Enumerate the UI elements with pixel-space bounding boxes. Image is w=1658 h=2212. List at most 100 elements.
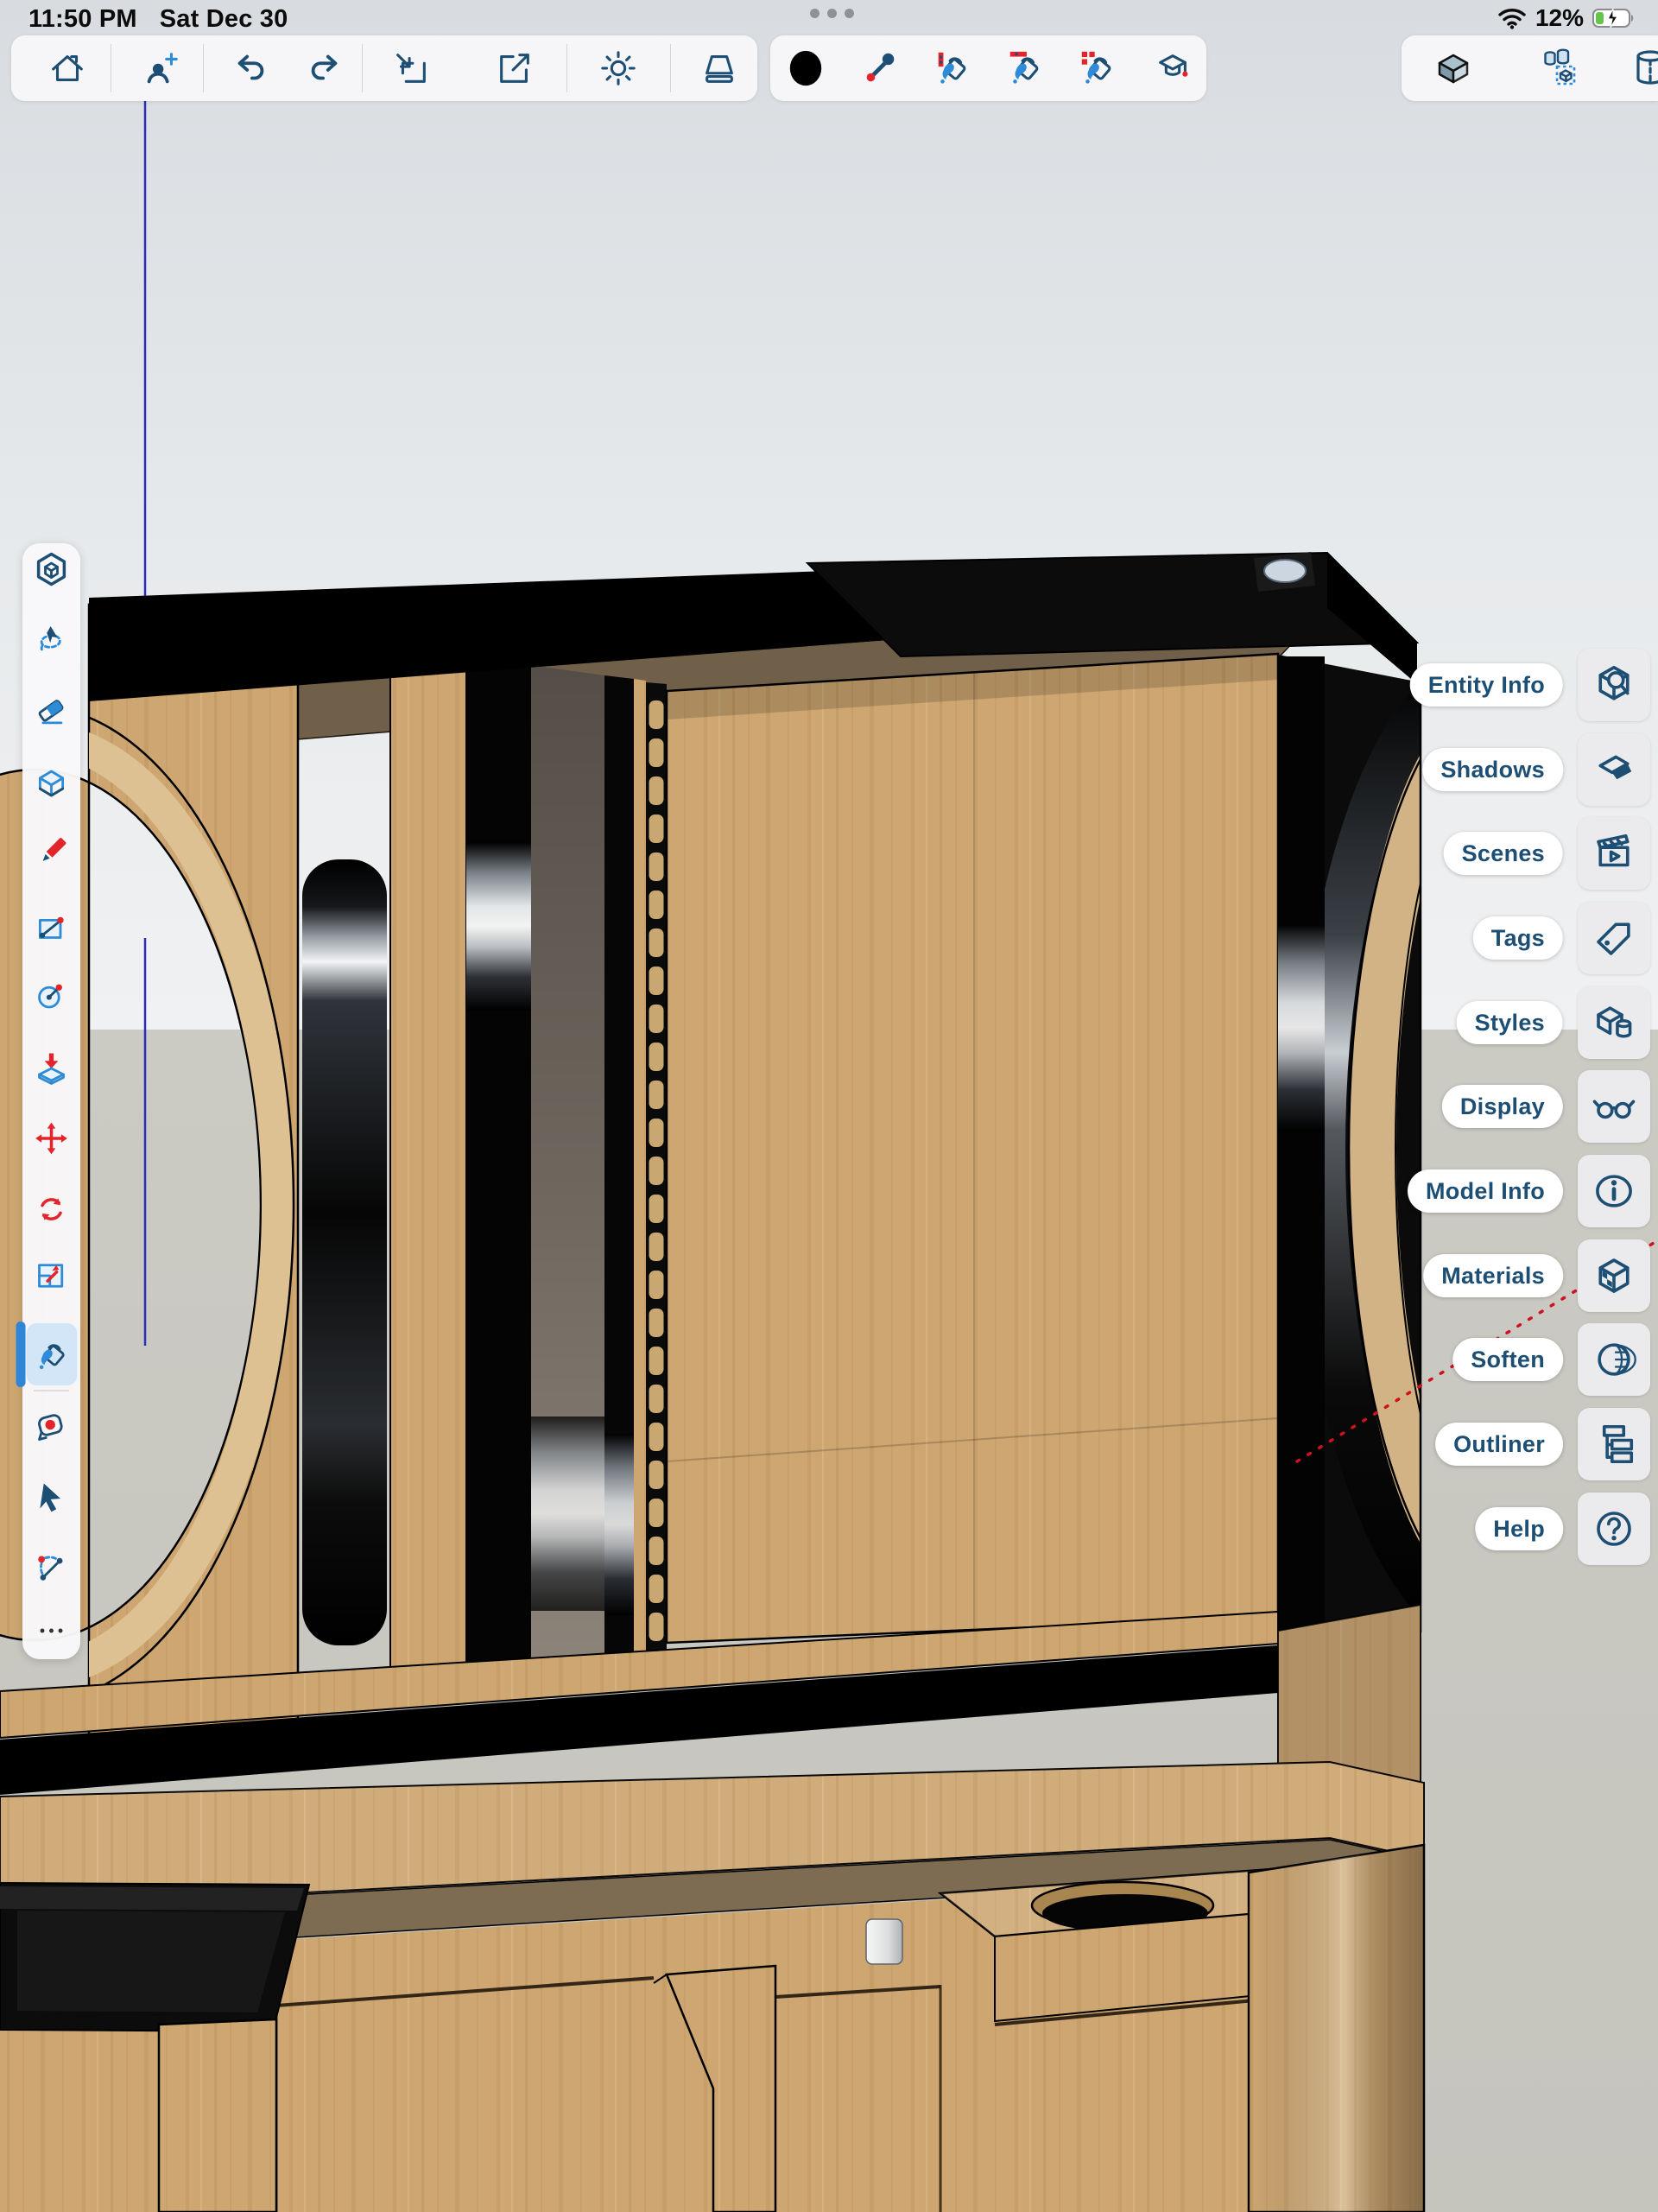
scenes-label[interactable]: Scenes (1444, 832, 1563, 875)
tool-more[interactable] (26, 1600, 77, 1662)
model-info-icon (1591, 1168, 1637, 1214)
top-frame-roof (807, 553, 1417, 656)
multitasking-dots[interactable] (810, 9, 854, 18)
eyedropper-button[interactable] (849, 39, 911, 98)
divider-wood-strip (390, 662, 466, 1691)
tags-button[interactable] (1578, 902, 1650, 974)
add-collaborator-button[interactable] (130, 39, 192, 98)
tool-pencil-line[interactable] (26, 821, 77, 884)
tool-push-pull[interactable] (26, 1037, 77, 1100)
redo-button[interactable] (294, 39, 356, 98)
help-button[interactable] (1578, 1493, 1650, 1565)
tool-circle[interactable] (26, 964, 77, 1026)
redo-icon (305, 48, 345, 88)
undo-icon (231, 48, 270, 88)
help-label[interactable]: Help (1475, 1507, 1563, 1550)
paint-adjacent-button[interactable] (994, 39, 1056, 98)
eyedropper-icon (860, 48, 900, 88)
entity-info-button[interactable] (1578, 649, 1650, 721)
tool-select[interactable] (26, 1467, 77, 1530)
import-button[interactable] (380, 39, 442, 98)
styles-button[interactable] (1578, 986, 1650, 1059)
tool-primitives[interactable] (26, 752, 77, 814)
tool-move[interactable] (26, 1107, 77, 1169)
components-icon (1538, 48, 1579, 89)
outliner-label[interactable]: Outliner (1435, 1423, 1563, 1466)
push-pull-icon (34, 1050, 70, 1087)
entity-info-label[interactable]: Entity Info (1410, 663, 1563, 707)
trackpad-button[interactable] (688, 39, 750, 98)
settings-gear-icon (598, 48, 638, 88)
tool-lasso-select[interactable] (26, 607, 77, 669)
tags-label[interactable]: Tags (1473, 916, 1563, 960)
primitives-box-icon (34, 765, 70, 802)
roof-endpoint-marker (1254, 552, 1315, 592)
tool-palette (22, 543, 80, 1659)
trackpad-icon (699, 48, 739, 88)
paint-bucket-icon (34, 1336, 70, 1372)
outliner-button[interactable] (1578, 1408, 1650, 1480)
model-info-label[interactable]: Model Info (1408, 1169, 1563, 1213)
tool-rectangle[interactable] (26, 897, 77, 960)
active-color-swatch[interactable] (775, 39, 837, 98)
tool-tape-measure[interactable] (26, 1395, 77, 1457)
battery-percent: 12% (1535, 4, 1584, 32)
rectangle-icon (34, 910, 70, 947)
frame-post-center (466, 657, 531, 1683)
paint-single-button[interactable] (921, 39, 984, 98)
help-icon (1591, 1505, 1637, 1552)
tool-eraser[interactable] (26, 679, 77, 741)
outliner-icon (1591, 1421, 1637, 1467)
materials-label[interactable]: Materials (1423, 1254, 1563, 1297)
scenes-button[interactable] (1578, 817, 1650, 890)
soften-icon (1591, 1336, 1637, 1383)
shadows-label[interactable]: Shadows (1422, 748, 1563, 791)
clock-time: 11:50 PM (28, 5, 137, 34)
back-panel (667, 654, 1278, 1643)
glass-edge-chrome (604, 1434, 634, 1615)
components-button[interactable] (1528, 39, 1590, 98)
move-icon (34, 1120, 70, 1157)
styles-label[interactable]: Styles (1457, 1001, 1563, 1044)
tool-scale[interactable] (26, 1245, 77, 1307)
home-button[interactable] (36, 39, 98, 98)
paint-bucket-single-icon (933, 48, 972, 88)
instructor-icon (1153, 48, 1193, 88)
materials-button[interactable] (1578, 1239, 1650, 1312)
color-swatch-icon (786, 48, 826, 88)
xray-view-icon (1433, 48, 1474, 89)
export-button[interactable] (484, 39, 546, 98)
settings-button[interactable] (587, 39, 649, 98)
soften-label[interactable]: Soften (1452, 1338, 1563, 1381)
tool-rotate[interactable] (26, 1178, 77, 1240)
center-post-chrome (466, 842, 531, 1011)
instructor-button[interactable] (1142, 39, 1204, 98)
shelf-pin-holes (646, 696, 667, 1658)
toolbox-icon (34, 551, 70, 587)
tool-toolbox[interactable] (26, 538, 77, 600)
selected-tool-indicator (16, 1321, 25, 1387)
soften-button[interactable] (1578, 1323, 1650, 1396)
materials-icon (1591, 1252, 1637, 1299)
scale-icon (34, 1258, 70, 1294)
solid-tools-button[interactable] (1624, 39, 1658, 98)
more-tools-icon (34, 1613, 70, 1649)
shadows-button[interactable] (1578, 733, 1650, 806)
lasso-select-icon (34, 620, 70, 656)
model-info-button[interactable] (1578, 1155, 1650, 1227)
paint-object-button[interactable] (1066, 39, 1129, 98)
xray-view-button[interactable] (1422, 39, 1484, 98)
battery-charging-icon (1592, 7, 1636, 29)
display-label[interactable]: Display (1442, 1085, 1563, 1128)
tool-arc[interactable] (26, 1537, 77, 1599)
display-icon (1591, 1083, 1637, 1130)
styles-icon (1591, 999, 1637, 1046)
left-porthole-ring (302, 859, 387, 1645)
paint-bucket-adjacent-icon (1005, 48, 1045, 88)
modeling-viewport[interactable] (0, 0, 1658, 2212)
undo-button[interactable] (219, 39, 282, 98)
tool-paint-bucket[interactable] (26, 1323, 77, 1385)
toolbar-file-group (11, 35, 757, 101)
add-collaborator-icon (141, 48, 180, 88)
display-button[interactable] (1578, 1070, 1650, 1143)
